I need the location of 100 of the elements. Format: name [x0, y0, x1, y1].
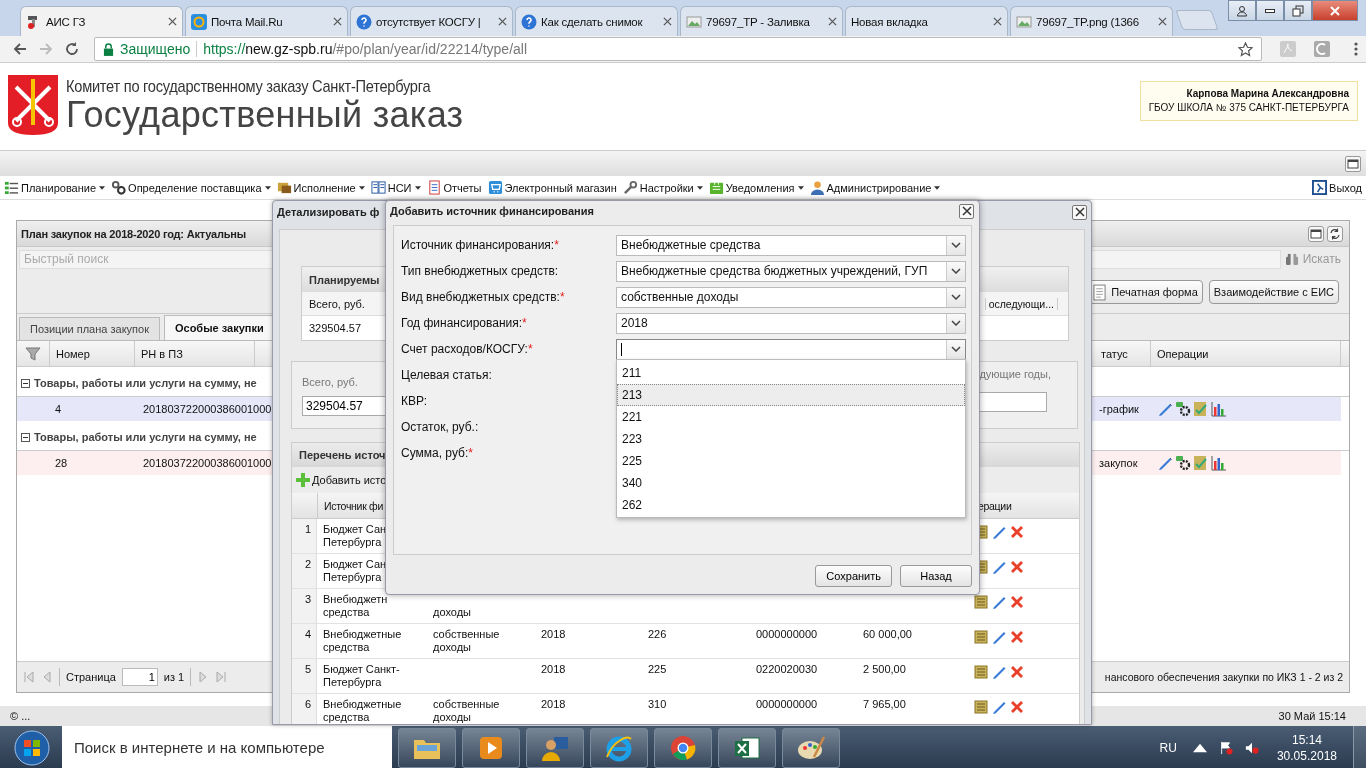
- dropdown-field[interactable]: собственные доходы: [616, 286, 966, 308]
- dialog-button[interactable]: Назад: [900, 565, 972, 587]
- close-icon[interactable]: [333, 17, 342, 26]
- table-cell-text: Бюджет Сан Петербурга: [322, 557, 388, 585]
- menu-item[interactable]: Администрирование: [809, 180, 941, 195]
- menu-item[interactable]: Уведомления: [708, 180, 804, 195]
- dropdown-field[interactable]: [616, 338, 966, 360]
- pencil-icon[interactable]: [1157, 455, 1173, 471]
- taskbar-app-button[interactable]: [654, 727, 712, 768]
- close-icon[interactable]: [828, 17, 837, 26]
- close-window-button[interactable]: [1312, 0, 1358, 21]
- browser-tab[interactable]: отсутствует КОСГУ |: [350, 6, 513, 36]
- option-item[interactable]: 262: [617, 494, 965, 516]
- delete-icon[interactable]: [1009, 629, 1025, 645]
- browser-tab[interactable]: Как сделать снимок: [515, 6, 678, 36]
- taskbar-app-button[interactable]: [526, 727, 584, 768]
- close-button[interactable]: [959, 203, 974, 219]
- show-desktop-button[interactable]: [1353, 726, 1366, 768]
- pencil-icon[interactable]: [991, 559, 1007, 575]
- option-item[interactable]: 340: [617, 472, 965, 494]
- close-icon[interactable]: [1158, 17, 1167, 26]
- menu-item[interactable]: Исполнение: [276, 180, 365, 195]
- menu-item[interactable]: НСИ: [370, 180, 421, 195]
- delete-icon[interactable]: [1009, 699, 1025, 715]
- minimize-button[interactable]: [1256, 0, 1284, 21]
- browser-tab[interactable]: АИС ГЗ: [20, 6, 183, 36]
- address-field[interactable]: Защищено https://new.gz-spb.ru/#po/plan/year/id/22214/type/all: [94, 37, 1262, 61]
- pencil-icon[interactable]: [991, 524, 1007, 540]
- flag-icon[interactable]: [1218, 740, 1233, 755]
- next-years-field[interactable]: [979, 392, 1048, 412]
- gear-icon[interactable]: [1175, 455, 1191, 471]
- column-header[interactable]: Операции: [1151, 341, 1341, 366]
- bar-chart-icon[interactable]: [1211, 455, 1227, 471]
- dialog-button[interactable]: Сохранить: [815, 565, 892, 587]
- scroll-icon[interactable]: [973, 629, 989, 645]
- taskbar-app-button[interactable]: [782, 727, 840, 768]
- menu-item[interactable]: Отчеты: [426, 180, 482, 195]
- collapse-icon[interactable]: [21, 378, 30, 388]
- close-icon[interactable]: [498, 17, 507, 26]
- delete-icon[interactable]: [1009, 664, 1025, 680]
- menu-item[interactable]: Определение поставщика: [111, 180, 271, 195]
- gear-icon[interactable]: [1175, 401, 1191, 417]
- clock-time[interactable]: 15:14: [1291, 731, 1322, 748]
- taskbar-app-button[interactable]: [462, 727, 520, 768]
- collapse-button[interactable]: [1345, 155, 1361, 172]
- dropdown-field[interactable]: Внебюджетные средства бюджетных учреждений, ГУП: [616, 260, 966, 282]
- close-icon[interactable]: [663, 17, 672, 26]
- star-icon[interactable]: [1238, 41, 1253, 57]
- reload-icon[interactable]: [64, 41, 80, 57]
- option-item[interactable]: 221: [617, 406, 965, 428]
- column-header[interactable]: Номер: [50, 341, 135, 366]
- profile-button[interactable]: [1228, 0, 1256, 21]
- dropdown-field[interactable]: 2018: [616, 312, 966, 334]
- option-item[interactable]: 223: [617, 428, 965, 450]
- delete-icon[interactable]: [1009, 524, 1025, 540]
- option-item[interactable]: 225: [617, 450, 965, 472]
- scroll-icon[interactable]: [973, 594, 989, 610]
- clock-date[interactable]: 30.05.2018: [1276, 747, 1337, 764]
- close-icon[interactable]: [993, 17, 1002, 26]
- panel-tab[interactable]: Позиции плана закупок: [19, 317, 160, 340]
- pencil-icon[interactable]: [991, 699, 1007, 715]
- start-button[interactable]: [12, 727, 52, 768]
- menu-item[interactable]: Электронный магазин: [487, 180, 617, 195]
- option-item[interactable]: 211: [617, 362, 965, 384]
- close-icon[interactable]: [168, 17, 177, 26]
- pencil-icon[interactable]: [991, 629, 1007, 645]
- scroll-icon[interactable]: [973, 664, 989, 680]
- pencil-icon[interactable]: [991, 664, 1007, 680]
- delete-icon[interactable]: [1009, 594, 1025, 610]
- browser-tab[interactable]: Новая вкладка: [845, 6, 1008, 36]
- delete-icon[interactable]: [1009, 559, 1025, 575]
- option-item[interactable]: 213: [617, 384, 965, 406]
- caret-icon: [414, 185, 421, 190]
- browser-tab[interactable]: 79697_TP.png (1366: [1010, 6, 1173, 36]
- maximize-button[interactable]: [1308, 225, 1324, 242]
- pencil-icon[interactable]: [991, 594, 1007, 610]
- muted-speaker-icon[interactable]: [1244, 740, 1259, 755]
- page-field[interactable]: 1: [121, 668, 158, 686]
- taskbar-search-field[interactable]: Поиск в интернете и на компьютере: [62, 726, 392, 768]
- scroll-icon[interactable]: [973, 699, 989, 715]
- bar-chart-icon[interactable]: [1211, 401, 1227, 417]
- taskbar-app-button[interactable]: [718, 727, 776, 768]
- logout-button[interactable]: Выход: [1312, 180, 1362, 195]
- taskbar-app-button[interactable]: [590, 727, 648, 768]
- collapse-icon[interactable]: [21, 432, 30, 442]
- taskbar-app-button[interactable]: [398, 727, 456, 768]
- toolbar-button[interactable]: Взаимодействие с ЕИС: [1208, 280, 1339, 304]
- menu-icon[interactable]: [1354, 41, 1358, 57]
- browser-tab[interactable]: Почта Mail.Ru: [185, 6, 348, 36]
- menu-item[interactable]: Планирование: [4, 180, 106, 195]
- column-header[interactable]: татус: [1099, 341, 1151, 366]
- close-button[interactable]: [1072, 204, 1087, 220]
- browser-tab[interactable]: 79697_TP - Заливка: [680, 6, 843, 36]
- language-indicator[interactable]: RU: [1159, 740, 1177, 755]
- column-header[interactable]: РН в ПЗ: [135, 341, 255, 366]
- dropdown-field[interactable]: Внебюджетные средства: [616, 234, 966, 256]
- refresh-button[interactable]: [1327, 225, 1343, 242]
- back-icon[interactable]: [12, 41, 28, 57]
- menu-item[interactable]: Настройки: [622, 180, 703, 195]
- panel-tab[interactable]: Особые закупки: [163, 315, 275, 340]
